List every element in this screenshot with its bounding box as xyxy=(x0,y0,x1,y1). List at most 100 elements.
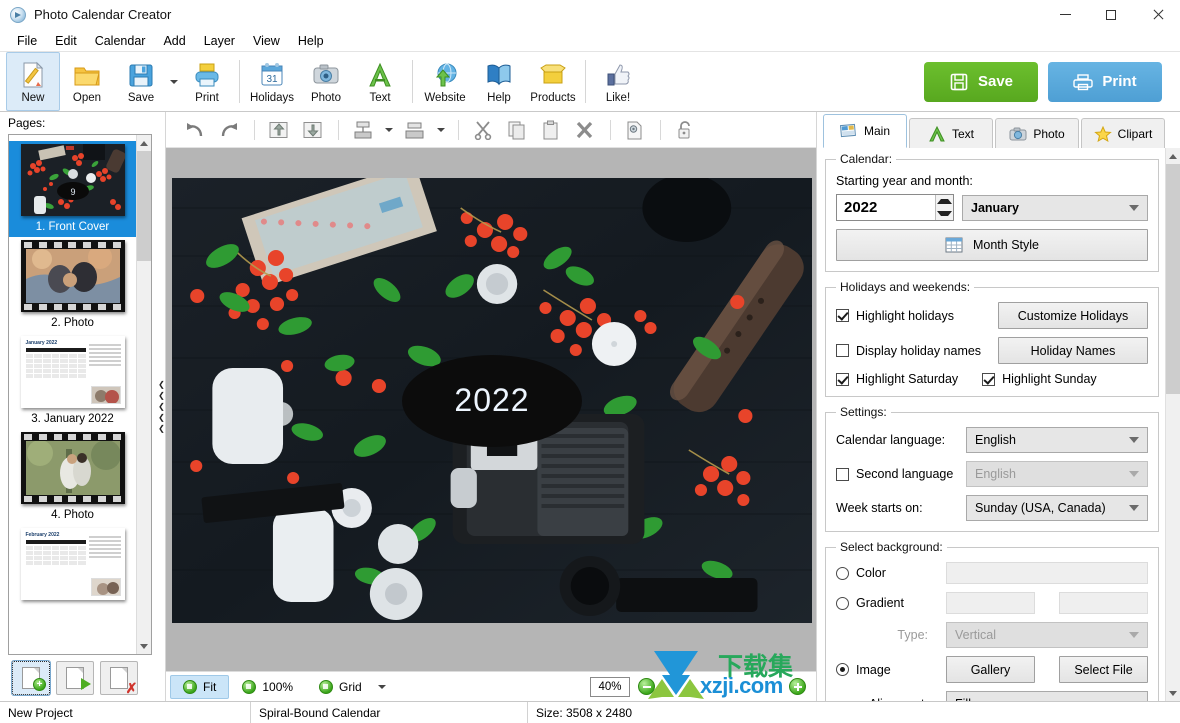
year-increment-button[interactable] xyxy=(936,195,953,208)
cut-button[interactable] xyxy=(468,116,498,144)
lock-button[interactable] xyxy=(670,116,700,144)
toolbar-save-button[interactable]: Save xyxy=(114,52,168,111)
send-backward-button[interactable] xyxy=(298,116,328,144)
second-language-checkbox[interactable]: Second language xyxy=(836,467,966,481)
toolbar-new-button[interactable]: New xyxy=(6,52,60,111)
film-strip-art xyxy=(20,240,125,312)
toolbar-open-button[interactable]: Open xyxy=(60,52,114,111)
holiday-names-button[interactable]: Holiday Names xyxy=(998,337,1148,364)
scroll-down-button[interactable] xyxy=(136,638,151,654)
menu-view[interactable]: View xyxy=(244,32,289,50)
bring-forward-button[interactable] xyxy=(264,116,294,144)
tab-main[interactable]: Main xyxy=(823,114,907,148)
menu-help[interactable]: Help xyxy=(289,32,333,50)
copy-button[interactable] xyxy=(502,116,532,144)
toolbar-products-button[interactable]: Products xyxy=(526,52,580,111)
tab-clipart[interactable]: Clipart xyxy=(1081,118,1165,148)
page-thumbnail-1[interactable]: 9 1. Front Cover xyxy=(9,141,136,237)
menu-calendar[interactable]: Calendar xyxy=(86,32,155,50)
save-dropdown-arrow[interactable] xyxy=(168,52,180,111)
toolbar-separator-2 xyxy=(412,60,413,103)
redo-button[interactable] xyxy=(214,116,244,144)
toolbar-help-button[interactable]: Help xyxy=(472,52,526,111)
hundred-zoom-button[interactable]: 100% xyxy=(229,675,306,699)
highlight-sunday-checkbox[interactable]: Highlight Sunday xyxy=(982,372,1097,386)
gallery-button[interactable]: Gallery xyxy=(946,656,1035,683)
properties-button[interactable] xyxy=(620,116,650,144)
pages-scrollbar[interactable] xyxy=(136,135,151,654)
calendar-language-label: Calendar language: xyxy=(836,433,946,447)
background-image-radio[interactable]: Image xyxy=(836,663,936,677)
background-color-radio[interactable]: Color xyxy=(836,566,936,580)
align-vertical-dropdown[interactable] xyxy=(382,116,396,144)
duplicate-page-button[interactable] xyxy=(56,661,94,695)
background-color-swatch[interactable] xyxy=(946,562,1148,584)
year-decrement-button[interactable] xyxy=(936,207,953,220)
toolbar-text-button[interactable]: Text xyxy=(353,52,407,111)
menu-edit[interactable]: Edit xyxy=(46,32,86,50)
page-thumbnail-2[interactable]: 2. Photo xyxy=(9,237,136,333)
customize-holidays-button[interactable]: Customize Holidays xyxy=(998,302,1148,329)
toolbar-like-button[interactable]: Like! xyxy=(591,52,645,111)
tab-photo[interactable]: Photo xyxy=(995,118,1079,148)
gradient-color-swatch-2[interactable] xyxy=(1059,592,1148,614)
background-gradient-radio[interactable]: Gradient xyxy=(836,596,936,610)
menu-file[interactable]: File xyxy=(8,32,46,50)
page-thumbnail-3[interactable]: January 2022 3. January 2022 xyxy=(9,333,136,429)
month-dropdown[interactable]: January xyxy=(962,194,1148,221)
panel-splitter[interactable]: ❮ ❮ ❮ ❮ ❮ xyxy=(158,112,165,701)
toolbar-print-button[interactable]: Print xyxy=(180,52,234,111)
delete-page-button[interactable]: ✗ xyxy=(100,661,138,695)
menu-add[interactable]: Add xyxy=(154,32,194,50)
toolbar-website-button[interactable]: Website xyxy=(418,52,472,111)
grid-dropdown-arrow[interactable] xyxy=(375,673,389,701)
gradient-color-swatch-1[interactable] xyxy=(946,592,1035,614)
chevron-down-icon xyxy=(1129,632,1139,638)
delete-button[interactable] xyxy=(570,116,600,144)
page-canvas[interactable]: 2022 xyxy=(172,178,812,623)
highlight-saturday-checkbox[interactable]: Highlight Saturday xyxy=(836,372,958,386)
panel-scroll-down-button[interactable] xyxy=(1165,685,1180,701)
tab-text[interactable]: Text xyxy=(909,118,993,148)
year-text-overlay[interactable]: 2022 xyxy=(402,354,582,447)
panel-scroll-up-button[interactable] xyxy=(1165,148,1180,164)
maximize-button[interactable] xyxy=(1088,0,1134,30)
pages-scroll-track[interactable] xyxy=(136,151,151,638)
print-button[interactable]: Print xyxy=(1048,61,1162,102)
calendar-language-dropdown[interactable]: English xyxy=(966,427,1148,453)
zoom-out-button[interactable] xyxy=(638,678,655,695)
menu-layer[interactable]: Layer xyxy=(195,32,244,50)
zoom-value[interactable]: 40% xyxy=(590,676,630,697)
zoom-in-button[interactable] xyxy=(789,678,806,695)
toolbar-holidays-button[interactable]: 31 Holidays xyxy=(245,52,299,111)
grid-button[interactable]: Grid xyxy=(306,675,375,699)
year-spinner-buttons[interactable] xyxy=(935,195,953,220)
page-thumbnail-5[interactable]: February 2022 xyxy=(9,525,136,609)
pages-scroll-thumb[interactable] xyxy=(136,151,151,261)
pages-list[interactable]: 9 1. Front Cover 2. Photo January 2022 3… xyxy=(9,135,136,654)
canvas-viewport[interactable]: 2022 xyxy=(166,148,816,671)
minimize-button[interactable] xyxy=(1042,0,1088,30)
align-vertical-button[interactable] xyxy=(348,116,378,144)
display-holiday-names-checkbox[interactable]: Display holiday names xyxy=(836,344,981,358)
scroll-up-button[interactable] xyxy=(136,135,151,151)
paste-button[interactable] xyxy=(536,116,566,144)
week-starts-dropdown[interactable]: Sunday (USA, Canada) xyxy=(966,495,1148,521)
align-horizontal-dropdown[interactable] xyxy=(434,116,448,144)
year-spinner[interactable]: 2022 xyxy=(836,194,954,221)
alignment-dropdown[interactable]: Fill xyxy=(946,691,1148,701)
save-button[interactable]: Save xyxy=(924,61,1038,102)
panel-scroll-thumb[interactable] xyxy=(1165,164,1180,394)
align-horizontal-button[interactable] xyxy=(400,116,430,144)
fit-zoom-button[interactable]: Fit xyxy=(170,674,230,699)
panel-scrollbar[interactable] xyxy=(1165,148,1180,701)
panel-scroll-track[interactable] xyxy=(1165,164,1180,685)
close-button[interactable] xyxy=(1134,0,1180,30)
select-file-button[interactable]: Select File xyxy=(1059,656,1148,683)
toolbar-photo-button[interactable]: Photo xyxy=(299,52,353,111)
month-style-button[interactable]: Month Style xyxy=(836,229,1148,261)
add-page-button[interactable]: + xyxy=(11,660,51,696)
highlight-holidays-checkbox[interactable]: Highlight holidays xyxy=(836,309,954,323)
undo-button[interactable] xyxy=(180,116,210,144)
page-thumbnail-4[interactable]: 4. Photo xyxy=(9,429,136,525)
